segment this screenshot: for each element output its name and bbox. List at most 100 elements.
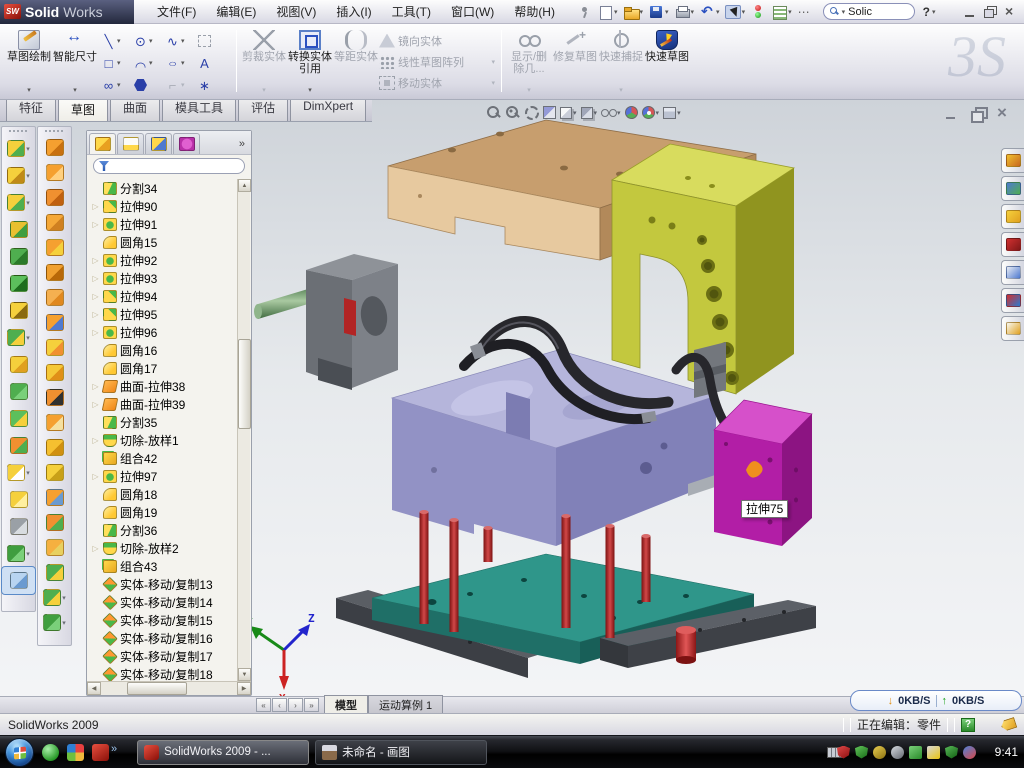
expand-arrow-icon[interactable]: ▷ (91, 220, 100, 229)
expand-arrow-icon[interactable]: ▷ (91, 292, 100, 301)
draft-button[interactable] (2, 378, 35, 405)
extruded-cut-button[interactable]: ▾ (2, 135, 35, 162)
tree-item[interactable]: ▷曲面-拉伸38 (89, 377, 235, 395)
doc-close-icon[interactable] (994, 106, 1012, 121)
arc-button[interactable]: ◠▾ (132, 52, 164, 74)
point-button[interactable]: ∗ (196, 74, 228, 96)
sync-icon[interactable] (909, 746, 922, 759)
rectangle-button[interactable]: □▾ (100, 52, 132, 74)
taskbar-clock[interactable]: 9:41 (995, 745, 1018, 759)
doc-tab-运动算例 1[interactable]: 运动算例 1 (368, 695, 443, 713)
fillet-button[interactable]: ▾ (2, 189, 35, 216)
media-icon[interactable] (67, 744, 84, 761)
tree-item[interactable]: 圆角18 (89, 485, 235, 503)
radiate-surface-button[interactable] (38, 335, 71, 360)
tree-item[interactable]: ▷拉伸91 (89, 215, 235, 233)
volume-icon[interactable] (891, 746, 904, 759)
tree-item[interactable]: 圆角16 (89, 341, 235, 359)
scroll-left-icon[interactable] (87, 682, 101, 695)
replace-face-button[interactable] (38, 410, 71, 435)
close-icon[interactable] (1000, 4, 1020, 20)
filled-surface-button[interactable] (38, 260, 71, 285)
zoom-fit-button[interactable] (486, 105, 501, 120)
doc-tab-nav-icon-0[interactable]: « (256, 698, 271, 712)
start-button[interactable] (5, 738, 34, 767)
expand-arrow-icon[interactable]: ▷ (91, 472, 100, 481)
swept-surface-button[interactable] (38, 185, 71, 210)
move-copy-bodies-button[interactable] (2, 432, 35, 459)
helix-curve-button[interactable]: ▾ (2, 540, 35, 567)
resources-home-button[interactable] (1001, 148, 1024, 173)
tree-item[interactable]: 实体-移动/复制17 (89, 647, 235, 665)
tree-item[interactable]: 分割34 (89, 179, 235, 197)
edit-appearance-button[interactable] (625, 106, 638, 119)
view-palette-button[interactable] (1001, 260, 1024, 285)
search-input[interactable]: Solic (848, 6, 872, 18)
solidworks-content-button[interactable] (1001, 232, 1024, 257)
extend-surface-button[interactable] (38, 435, 71, 460)
minimize-icon[interactable] (960, 4, 980, 20)
select-button[interactable]: ▾ (723, 4, 748, 20)
menu-item[interactable]: 工具(T) (383, 0, 440, 23)
tab-曲面[interactable]: 曲面 (110, 100, 160, 121)
tree-item[interactable]: 圆角17 (89, 359, 235, 377)
antivirus-shield-icon[interactable] (837, 746, 850, 759)
security-shield-icon[interactable] (855, 746, 868, 759)
display-style-button[interactable]: ▾ (581, 107, 598, 119)
knit-surface-button[interactable] (38, 360, 71, 385)
dimxpertmanager-tab[interactable] (173, 133, 200, 154)
design-library-button[interactable] (1001, 176, 1024, 201)
doc-tab-nav-icon-1[interactable]: ‹ (272, 698, 287, 712)
more-tools-button[interactable] (795, 4, 815, 20)
tree-item[interactable]: 实体-移动/复制13 (89, 575, 235, 593)
expand-arrow-icon[interactable]: ▷ (91, 256, 100, 265)
menu-item[interactable]: 插入(I) (327, 0, 380, 23)
revolved-surface-button[interactable] (38, 160, 71, 185)
doc-tab-nav-icon-2[interactable]: › (288, 698, 303, 712)
quick-launch-overflow-icon[interactable]: » (111, 743, 117, 755)
reference-plane-button[interactable] (2, 486, 35, 513)
tree-item[interactable]: ▷拉伸90 (89, 197, 235, 215)
extruded-surface-button[interactable] (38, 135, 71, 160)
tree-item[interactable]: ▷拉伸95 (89, 305, 235, 323)
swept-boss-button[interactable] (2, 216, 35, 243)
update-badge-icon[interactable] (873, 746, 886, 759)
expand-arrow-icon[interactable]: ▷ (91, 202, 100, 211)
circle-button[interactable]: ⊙▾ (132, 30, 164, 52)
offset-surface-button[interactable] (38, 310, 71, 335)
menu-item[interactable]: 帮助(H) (505, 0, 564, 23)
reference-axis-button[interactable] (2, 513, 35, 540)
tree-item[interactable]: ▷切除-放样1 (89, 431, 235, 449)
network-speed-widget[interactable]: ↓ 0KB/S ↑ 0KB/S (850, 690, 1022, 711)
shell-button[interactable] (2, 405, 35, 432)
helix-button[interactable]: ▾ (38, 610, 71, 635)
trim-surface-button[interactable] (38, 460, 71, 485)
zoom-area-button[interactable] (505, 105, 520, 120)
boundary-surface-button[interactable] (38, 235, 71, 260)
featuremanager-tab[interactable] (89, 133, 116, 154)
panel-overflow-button[interactable]: » (235, 138, 249, 150)
doc-restore-icon[interactable] (968, 106, 986, 121)
tab-草图[interactable]: 草图 (58, 100, 108, 121)
boundary-boss-button[interactable] (2, 270, 35, 297)
convert-entities-button[interactable]: 转换实体引用▾ (287, 28, 333, 94)
tree-item[interactable]: 分割36 (89, 521, 235, 539)
ellipse-button[interactable]: ○▾ (164, 52, 196, 74)
magenta-block[interactable] (714, 400, 812, 546)
fillet-surface-button[interactable] (38, 560, 71, 585)
chevron-down-icon[interactable]: ▾ (842, 8, 846, 16)
untrim-surface-button[interactable] (38, 485, 71, 510)
tab-模具工具[interactable]: 模具工具 (162, 100, 236, 121)
hide-show-items-button[interactable]: ▾ (601, 105, 621, 120)
tab-DimXpert[interactable]: DimXpert (290, 100, 366, 121)
expand-arrow-icon[interactable]: ▷ (91, 382, 100, 391)
scrollbar-thumb[interactable] (127, 682, 187, 695)
rib-button[interactable] (2, 351, 35, 378)
linear-pattern-button[interactable]: ▾ (2, 324, 35, 351)
taskbar-button[interactable]: SolidWorks 2009 - ... (137, 740, 309, 765)
expand-arrow-icon[interactable]: ▷ (91, 436, 100, 445)
polygon-button[interactable] (132, 74, 164, 96)
tree-item[interactable]: 实体-移动/复制18 (89, 665, 235, 681)
rapid-sketch-button[interactable]: 快速草图 (644, 28, 690, 94)
zoom-rotate-button[interactable] (524, 105, 539, 120)
